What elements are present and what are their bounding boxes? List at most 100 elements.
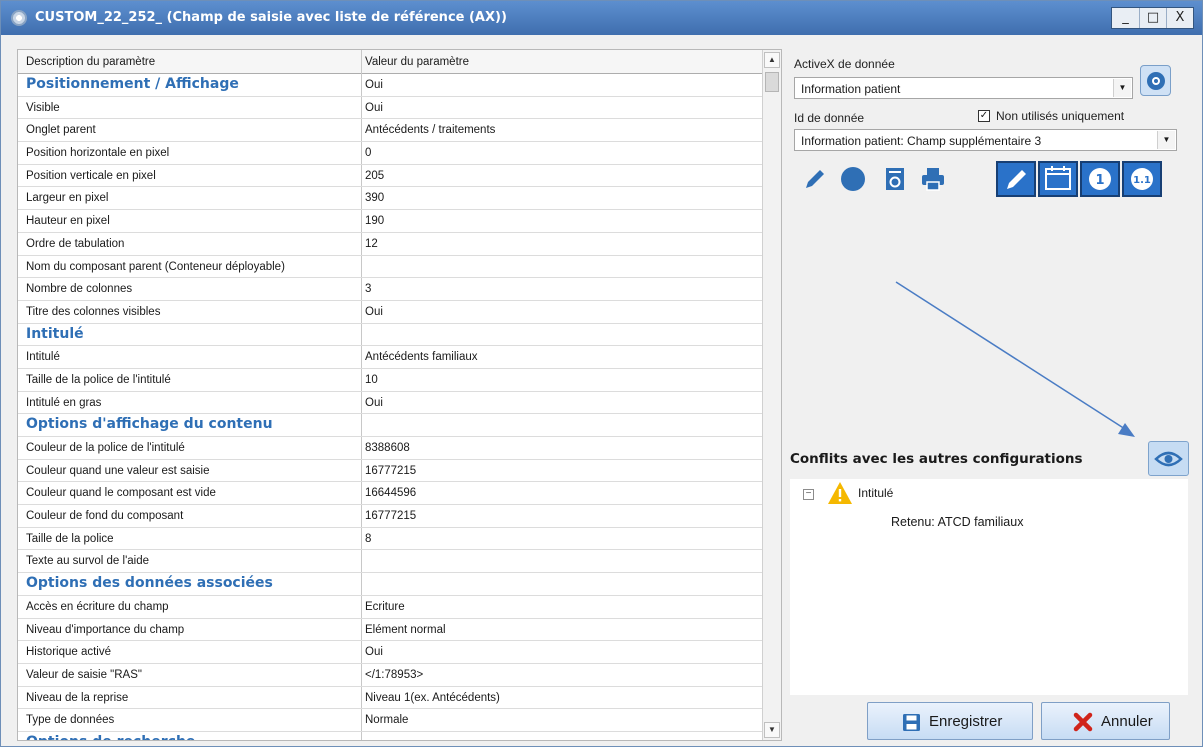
table-row[interactable]: Position verticale en pixel 205 [18,165,763,188]
refresh-document-icon[interactable] [881,165,909,193]
table-row[interactable]: Accès en écriture du champ Ecriture [18,596,763,619]
table-row[interactable]: Hauteur en pixel 190 [18,210,763,233]
scroll-thumb[interactable] [765,72,779,92]
parameter-value[interactable]: 3 [365,283,371,295]
number-one-icon: 1 [1089,168,1111,190]
pencil-icon[interactable] [801,165,829,193]
table-row[interactable]: Nombre de colonnes 3 [18,278,763,301]
decimal-toggle-button[interactable]: 1.1 [1122,161,1162,197]
table-row[interactable]: Intitulé Antécédents familiaux [18,346,763,369]
parameter-value[interactable]: Oui [365,79,383,91]
conflicts-title: Conflits avec les autres configurations [790,451,1083,467]
parameter-value[interactable]: 205 [365,170,384,182]
parameter-value[interactable]: </1:78953> [365,669,423,681]
parameter-value[interactable]: Antécédents familiaux [365,351,478,363]
parameter-name: Nom du composant parent (Conteneur déplo… [26,260,285,273]
eye-icon [1154,451,1183,467]
column-header-description[interactable]: Description du paramètre [26,56,155,68]
edit-toggle-button[interactable] [996,161,1036,197]
parameter-value[interactable]: 16644596 [365,487,416,499]
parameter-value[interactable]: Oui [365,397,383,409]
table-row[interactable]: Nom du composant parent (Conteneur déplo… [18,256,763,279]
section-header-row[interactable]: Positionnement / Affichage Oui [18,74,763,97]
parameter-value[interactable]: 10 [365,374,378,386]
section-header-row[interactable]: Options d'affichage du contenu [18,414,763,437]
integer-label: 1 [1095,173,1104,188]
view-conflicts-button[interactable] [1148,441,1189,476]
collapse-toggle[interactable]: − [803,489,814,500]
table-row[interactable]: Taille de la police de l'intitulé 10 [18,369,763,392]
refresh-button[interactable] [1140,65,1171,96]
tree-node-label[interactable]: Intitulé [858,486,893,500]
parameter-value[interactable]: 0 [365,147,371,159]
section-header-row[interactable]: Options de recherche [18,732,763,740]
calendar-toggle-button[interactable] [1038,161,1078,197]
table-row[interactable]: Couleur de la police de l'intitulé 838860… [18,437,763,460]
parameter-name: Niveau d'importance du champ [26,623,185,636]
parameter-value[interactable]: Oui [365,646,383,658]
table-row[interactable]: Couleur de fond du composant 16777215 [18,505,763,528]
unused-only-checkbox[interactable]: ✓ [978,110,990,122]
parameter-value[interactable]: 190 [365,215,384,227]
dropdown-arrow-icon[interactable]: ▼ [1157,131,1175,149]
scroll-up-button[interactable]: ▲ [764,52,780,68]
save-button[interactable]: Enregistrer [867,702,1033,740]
table-row[interactable]: Historique activé Oui [18,641,763,664]
parameter-value[interactable]: Ecriture [365,601,405,613]
table-row[interactable]: Ordre de tabulation 12 [18,233,763,256]
parameter-value[interactable]: 8388608 [365,442,410,454]
save-label: Enregistrer [929,713,1003,730]
table-row[interactable]: Valeur de saisie "RAS" </1:78953> [18,664,763,687]
maximize-button[interactable]: □ [1139,8,1166,28]
parameter-value[interactable]: Normale [365,714,408,726]
parameter-value[interactable]: 8 [365,533,371,545]
table-row[interactable]: Intitulé en gras Oui [18,392,763,415]
table-row[interactable]: Onglet parent Antécédents / traitements [18,119,763,143]
activex-select[interactable]: Information patient ▼ [794,77,1133,99]
table-row[interactable]: Position horizontale en pixel 0 [18,142,763,165]
section-header-row[interactable]: Options des données associées [18,573,763,596]
parameter-value[interactable]: Oui [365,306,383,318]
parameter-name: Historique activé [26,646,112,659]
close-button[interactable]: X [1166,8,1193,28]
parameter-value[interactable]: 12 [365,238,378,250]
table-row[interactable]: Taille de la police 8 [18,528,763,551]
table-row[interactable]: Couleur quand une valeur est saisie 16777… [18,460,763,483]
table-row[interactable]: Type de données Normale [18,709,763,732]
parameter-name: Intitulé en gras [26,396,102,409]
integer-toggle-button[interactable]: 1 [1080,161,1120,197]
cancel-button[interactable]: Annuler [1041,702,1170,740]
table-row[interactable]: Niveau d'importance du champ Elément norm… [18,619,763,642]
parameter-value[interactable]: Oui [365,102,383,114]
table-row[interactable]: Niveau de la reprise Niveau 1(ex. Antécéd… [18,687,763,710]
printer-icon[interactable] [919,165,947,193]
minimize-button[interactable]: _ [1112,8,1139,28]
parameter-value[interactable]: 16777215 [365,510,416,522]
conflicts-tree[interactable]: − Intitulé Retenu: ATCD familiaux [790,479,1188,695]
parameter-value[interactable]: Niveau 1(ex. Antécédents) [365,692,500,704]
circle-icon[interactable] [839,165,867,193]
data-id-select[interactable]: Information patient: Champ supplémentair… [794,129,1177,151]
dropdown-arrow-icon[interactable]: ▼ [1113,79,1131,97]
parameter-value[interactable]: 390 [365,192,384,204]
section-header-row[interactable]: Intitulé [18,324,763,347]
section-title: Intitulé [26,325,84,342]
table-row[interactable]: Titre des colonnes visibles Oui [18,301,763,324]
table-row[interactable]: Couleur quand le composant est vide 16644… [18,482,763,506]
parameter-value[interactable]: 16777215 [365,465,416,477]
parameter-name: Niveau de la reprise [26,691,129,704]
parameter-grid[interactable]: Description du paramètre Valeur du param… [17,49,782,741]
table-row[interactable]: Visible Oui [18,97,763,120]
title-bar[interactable]: CUSTOM_22_252_ (Champ de saisie avec lis… [1,1,1202,35]
parameter-value[interactable]: Elément normal [365,624,446,636]
column-header-value[interactable]: Valeur du paramètre [365,56,469,68]
scroll-down-button[interactable]: ▼ [764,722,780,738]
parameter-value[interactable]: Antécédents / traitements [365,124,495,136]
window-controls: _ □ X [1111,7,1194,29]
parameter-name: Titre des colonnes visibles [26,305,161,318]
vertical-scrollbar[interactable]: ▲ ▼ [762,50,781,740]
pencil-icon [1007,170,1026,189]
table-row[interactable]: Texte au survol de l'aide [18,550,763,574]
warning-icon [828,482,852,504]
table-row[interactable]: Largeur en pixel 390 [18,187,763,211]
